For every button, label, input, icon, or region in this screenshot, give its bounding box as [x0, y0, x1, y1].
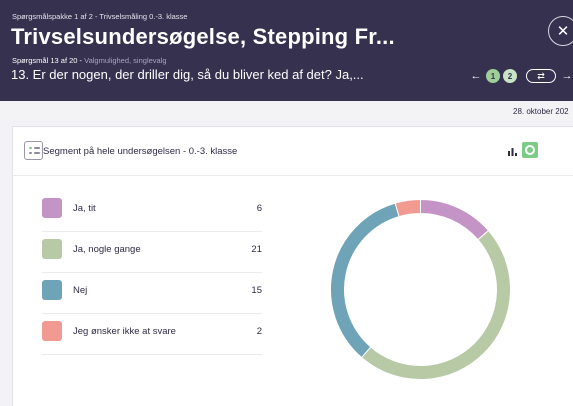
- bar-chart-icon[interactable]: [508, 147, 517, 158]
- question-type: Valgmulighed, singlevalg: [84, 56, 167, 65]
- close-icon: ✕: [556, 23, 570, 40]
- survey-title: Trivselsundersøgelse, Stepping Fr...: [11, 24, 395, 49]
- legend-value: 21: [251, 244, 262, 255]
- close-button[interactable]: ✕: [548, 16, 573, 46]
- question-text: 13. Er der nogen, der driller dig, så du…: [11, 67, 364, 82]
- legend-item: Ja, nogle gange 21: [42, 232, 262, 273]
- legend-item: Nej 15: [42, 273, 262, 314]
- donut-slice: [330, 202, 400, 359]
- donut-slice: [360, 229, 511, 380]
- page-indicator-1[interactable]: 1: [486, 69, 500, 83]
- legend-value: 15: [251, 285, 262, 296]
- legend-swatch: [42, 280, 62, 300]
- page-indicator-2[interactable]: 2: [503, 69, 517, 83]
- legend-item: Jeg ønsker ikke at svare 2: [42, 314, 262, 355]
- pie-chart-icon[interactable]: [522, 142, 538, 158]
- legend-swatch: [42, 198, 62, 218]
- question-meta: Spørgsmål 13 af 20 - Valgmulighed, singl…: [12, 56, 167, 65]
- prev-arrow-icon[interactable]: ←: [469, 70, 483, 82]
- swap-button[interactable]: ⇄: [526, 69, 556, 83]
- segment-list-icon[interactable]: [24, 141, 43, 160]
- result-card: Segment på hele undersøgelsen - 0.-3. kl…: [12, 126, 573, 406]
- package-breadcrumb: Spørgsmålspakke 1 af 2 - Trivselsmåling …: [12, 12, 188, 21]
- legend-label: Ja, nogle gange: [73, 244, 141, 255]
- donut-slice: [394, 198, 421, 218]
- legend-label: Nej: [73, 285, 88, 296]
- legend-label: Ja, tit: [73, 203, 96, 214]
- chart-legend: Ja, tit 6 Ja, nogle gange 21 Nej 15 Jeg …: [42, 191, 262, 355]
- card-divider: [13, 175, 573, 176]
- legend-value: 6: [256, 203, 262, 214]
- legend-item: Ja, tit 6: [42, 191, 262, 232]
- question-navigation: ← 1 2 ⇄ →: [469, 68, 573, 84]
- donut-slice: [420, 198, 490, 241]
- legend-swatch: [42, 321, 62, 341]
- next-arrow-icon[interactable]: →: [560, 70, 573, 82]
- segment-label: Segment på hele undersøgelsen - 0.-3. kl…: [43, 146, 238, 157]
- swap-icon: ⇄: [537, 70, 545, 81]
- question-header: Spørgsmålspakke 1 af 2 - Trivselsmåling …: [0, 0, 573, 101]
- legend-label: Jeg ønsker ikke at svare: [73, 326, 176, 337]
- donut-chart: [330, 198, 511, 380]
- question-count: Spørgsmål 13 af 20 -: [12, 56, 85, 65]
- legend-swatch: [42, 239, 62, 259]
- date-label: 28. oktober 202: [513, 107, 569, 116]
- legend-value: 2: [256, 326, 262, 337]
